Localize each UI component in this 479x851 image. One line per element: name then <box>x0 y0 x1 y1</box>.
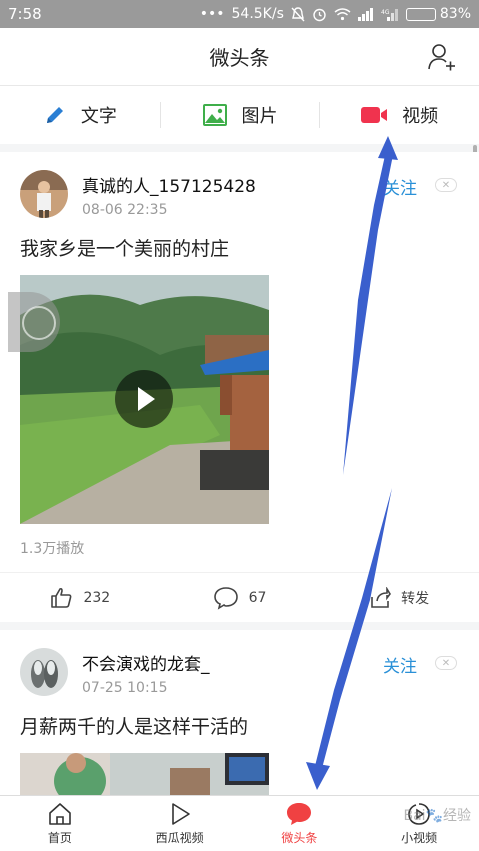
comment-icon <box>213 586 238 610</box>
tab-weitoutiao[interactable]: 微头条 <box>240 796 360 851</box>
publish-video-label: 视频 <box>402 106 439 127</box>
wifi-icon <box>334 7 351 20</box>
tab-xigua-video-label: 西瓜视频 <box>155 830 204 845</box>
comment-count: 67 <box>248 589 267 606</box>
author-name[interactable]: 不会演戏的龙套_ <box>82 650 210 675</box>
app-screen: 7:58 ••• 54.5K/s 4G 83% 微头条 文字 图片 视频 真诚的… <box>0 0 479 851</box>
avatar[interactable] <box>20 648 68 696</box>
like-button[interactable]: 232 <box>0 586 160 610</box>
network-speed: 54.5K/s <box>231 6 284 22</box>
status-time: 7:58 <box>8 5 42 23</box>
chat-bubble-icon <box>287 802 312 825</box>
post-time: 08-06 22:35 <box>82 202 168 218</box>
watermark: Bai🐾经验 <box>403 808 471 824</box>
thumbs-up-icon <box>51 587 72 608</box>
follow-button[interactable]: 关注 <box>383 652 417 677</box>
follow-button[interactable]: 关注 <box>383 174 417 199</box>
video-camera-icon <box>361 107 388 123</box>
dismiss-icon[interactable]: ✕ <box>435 178 457 192</box>
top-header: 微头条 <box>0 28 479 86</box>
signal-4g-icon: 4G <box>381 8 398 21</box>
tab-home[interactable]: 首页 <box>0 796 120 851</box>
post-text[interactable]: 月薪两千的人是这样干活的 <box>20 712 459 739</box>
post-time: 07-25 10:15 <box>82 680 168 696</box>
tab-weitoutiao-label: 微头条 <box>281 830 318 845</box>
signal-icon <box>357 7 373 21</box>
alarm-icon <box>313 8 326 21</box>
page-title: 微头条 <box>209 46 270 70</box>
battery: 83% <box>405 6 471 22</box>
like-count: 232 <box>83 589 111 606</box>
post-actions: 232 67 转发 <box>0 572 479 622</box>
battery-icon <box>405 7 436 21</box>
tab-short-video-label: 小视频 <box>401 830 438 845</box>
more-dots-icon: ••• <box>199 6 225 22</box>
tab-xigua-video[interactable]: 西瓜视频 <box>120 796 240 851</box>
play-icon[interactable] <box>115 370 173 428</box>
publish-video-button[interactable]: 视频 <box>319 86 479 144</box>
feed-post[interactable]: 真诚的人_157125428 08-06 22:35 关注 ✕ 我家乡是一个美丽… <box>0 152 479 622</box>
post-text[interactable]: 我家乡是一个美丽的村庄 <box>20 234 459 261</box>
tab-home-label: 首页 <box>47 830 72 845</box>
post-meta: 不会演戏的龙套_ 07-25 10:15 <box>82 648 210 696</box>
publish-image-button[interactable]: 图片 <box>159 86 320 144</box>
avatar[interactable] <box>20 170 68 218</box>
status-bar: 7:58 ••• 54.5K/s 4G 83% <box>0 0 479 28</box>
share-button[interactable]: 转发 <box>319 586 479 609</box>
publish-text-label: 文字 <box>80 106 117 127</box>
status-indicators: ••• 54.5K/s 4G 83% <box>200 6 471 22</box>
publish-image-label: 图片 <box>241 106 278 127</box>
home-icon <box>49 802 71 825</box>
battery-percent: 83% <box>439 6 471 22</box>
author-name[interactable]: 真诚的人_157125428 <box>82 172 256 197</box>
add-user-icon[interactable] <box>427 42 457 72</box>
comment-button[interactable]: 67 <box>160 586 320 610</box>
post-meta: 真诚的人_157125428 08-06 22:35 <box>82 170 256 218</box>
dismiss-icon[interactable]: ✕ <box>435 656 457 670</box>
publish-text-button[interactable]: 文字 <box>0 86 160 144</box>
svg-text:4G: 4G <box>381 9 390 16</box>
pencil-icon <box>46 107 63 123</box>
share-icon <box>371 586 392 608</box>
feed-post[interactable]: 不会演戏的龙套_ 07-25 10:15 关注 ✕ 月薪两千的人是这样干活的 <box>0 630 479 803</box>
feed-list: 真诚的人_157125428 08-06 22:35 关注 ✕ 我家乡是一个美丽… <box>0 152 479 811</box>
mute-bell-icon <box>291 6 305 21</box>
play-icon <box>171 802 190 825</box>
publish-bar: 文字 图片 视频 <box>0 86 479 144</box>
share-label: 转发 <box>401 590 430 607</box>
image-icon <box>202 104 227 126</box>
view-count: 1.3万播放 <box>20 541 85 557</box>
